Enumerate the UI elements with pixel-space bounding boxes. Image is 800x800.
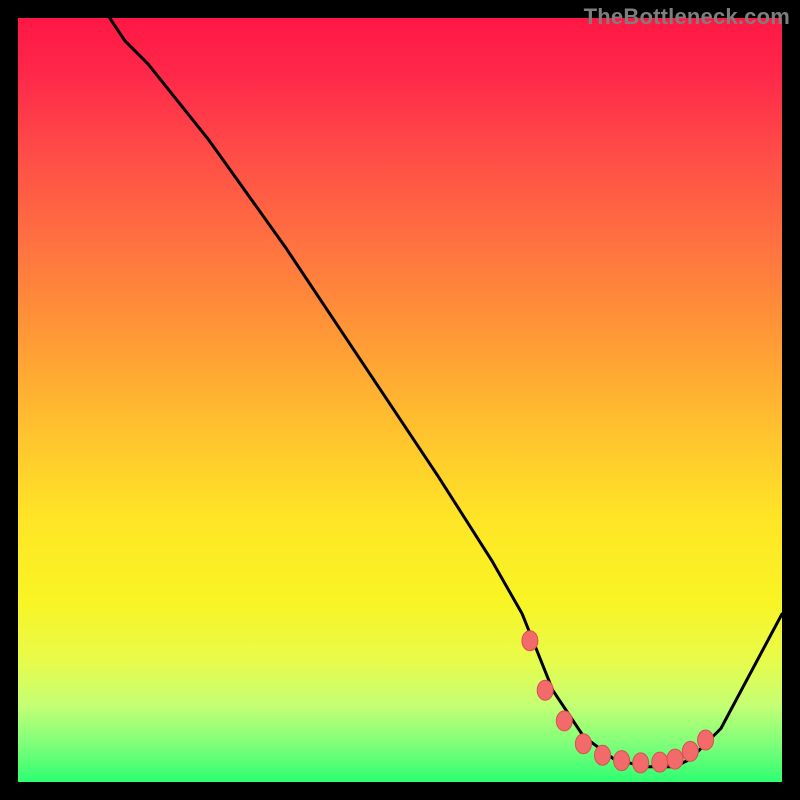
data-marker	[522, 631, 538, 651]
data-marker	[698, 730, 714, 750]
data-marker	[633, 753, 649, 773]
data-marker	[595, 745, 611, 765]
curve-path	[110, 18, 782, 767]
chart-svg	[18, 18, 782, 782]
data-marker	[614, 751, 630, 771]
data-marker	[667, 749, 683, 769]
data-marker	[537, 680, 553, 700]
line-series	[110, 18, 782, 767]
data-marker	[652, 752, 668, 772]
data-marker	[682, 741, 698, 761]
data-marker	[556, 711, 572, 731]
marker-series	[522, 631, 714, 773]
chart-container: TheBottleneck.com	[0, 0, 800, 800]
data-marker	[575, 734, 591, 754]
